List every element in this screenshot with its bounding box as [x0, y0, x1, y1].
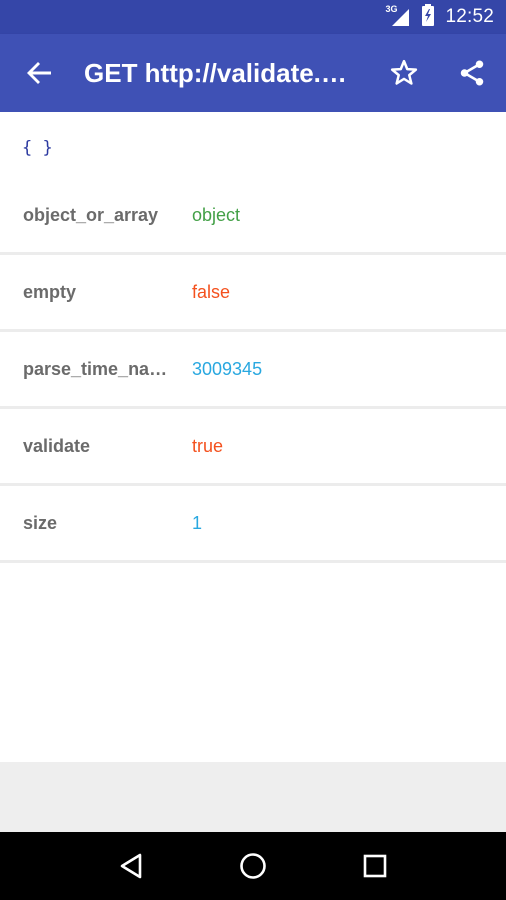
list-item[interactable]: size 1 [0, 486, 506, 563]
key-value-list: object_or_array object empty false parse… [0, 178, 506, 563]
battery-icon [421, 3, 435, 31]
root-object-symbol: { } [22, 138, 53, 158]
row-value: 3009345 [192, 358, 263, 379]
recents-square-icon[interactable] [345, 836, 405, 896]
status-time: 12:52 [445, 6, 494, 27]
row-key: object_or_array [23, 204, 159, 225]
star-outline-icon[interactable] [370, 34, 438, 112]
row-value: 1 [192, 512, 203, 533]
row-value: object [192, 204, 241, 225]
list-item[interactable]: parse_time_na… 3009345 [0, 332, 506, 409]
row-key: empty [23, 281, 77, 302]
network-type-label: 3G [385, 4, 398, 14]
row-key: parse_time_na… [23, 358, 168, 379]
home-circle-icon[interactable] [223, 836, 283, 896]
status-bar: 3G 12:52 [0, 0, 506, 34]
row-value: true [192, 435, 224, 456]
app-bar: GET http://validate.j… [0, 34, 506, 112]
page-title: GET http://validate.j… [84, 57, 355, 88]
bottom-panel [0, 762, 506, 832]
back-arrow-icon[interactable] [0, 34, 78, 112]
json-viewer: { } object_or_array object empty false p… [0, 112, 506, 762]
system-nav-bar [0, 832, 506, 900]
row-key: size [23, 512, 58, 533]
back-triangle-icon[interactable] [101, 836, 161, 896]
cell-signal-icon: 3G [385, 4, 411, 27]
row-key: validate [23, 435, 91, 456]
list-item[interactable]: empty false [0, 255, 506, 332]
list-item[interactable]: validate true [0, 409, 506, 486]
list-item[interactable]: object_or_array object [0, 178, 506, 255]
row-value: false [192, 281, 231, 302]
share-icon[interactable] [438, 34, 506, 112]
